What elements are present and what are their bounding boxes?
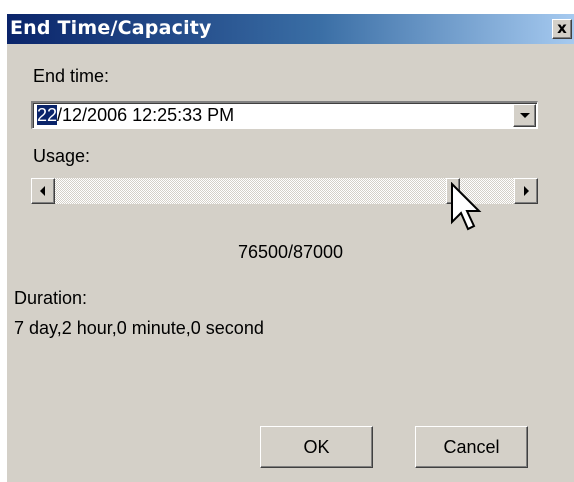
scroll-left-button[interactable] — [31, 178, 55, 204]
usage-value: 76500/87000 — [237, 242, 344, 262]
arrow-right-icon — [524, 186, 529, 196]
cancel-button[interactable]: Cancel — [415, 426, 528, 468]
window-title: End Time/Capacity — [10, 17, 212, 39]
end-time-day-selected[interactable]: 22 — [37, 105, 58, 125]
dropdown-arrow-button[interactable] — [513, 104, 536, 127]
ok-button[interactable]: OK — [260, 426, 373, 468]
end-time-dropdown[interactable]: 22/12/2006 12:25:33 PM — [31, 101, 538, 129]
usage-slider-track[interactable] — [55, 178, 514, 204]
chevron-down-icon — [520, 113, 530, 118]
usage-label: Usage: — [33, 146, 91, 166]
dialog-window: End Time/Capacity x End time: 22/12/2006… — [5, 13, 574, 482]
mouse-pointer-icon — [451, 182, 482, 231]
scroll-right-button[interactable] — [514, 178, 538, 204]
end-time-label: End time: — [33, 66, 110, 86]
title-bar[interactable]: End Time/Capacity x — [7, 14, 574, 44]
arrow-left-icon — [40, 186, 45, 196]
end-time-value-rest[interactable]: /12/2006 12:25:33 PM — [57, 105, 234, 125]
close-button[interactable]: x — [552, 19, 572, 39]
duration-value: 7 day,2 hour,0 minute,0 second — [14, 318, 264, 338]
close-icon: x — [557, 19, 567, 37]
end-time-value[interactable]: 22/12/2006 12:25:33 PM — [37, 105, 234, 126]
duration-label: Duration: — [14, 288, 88, 308]
